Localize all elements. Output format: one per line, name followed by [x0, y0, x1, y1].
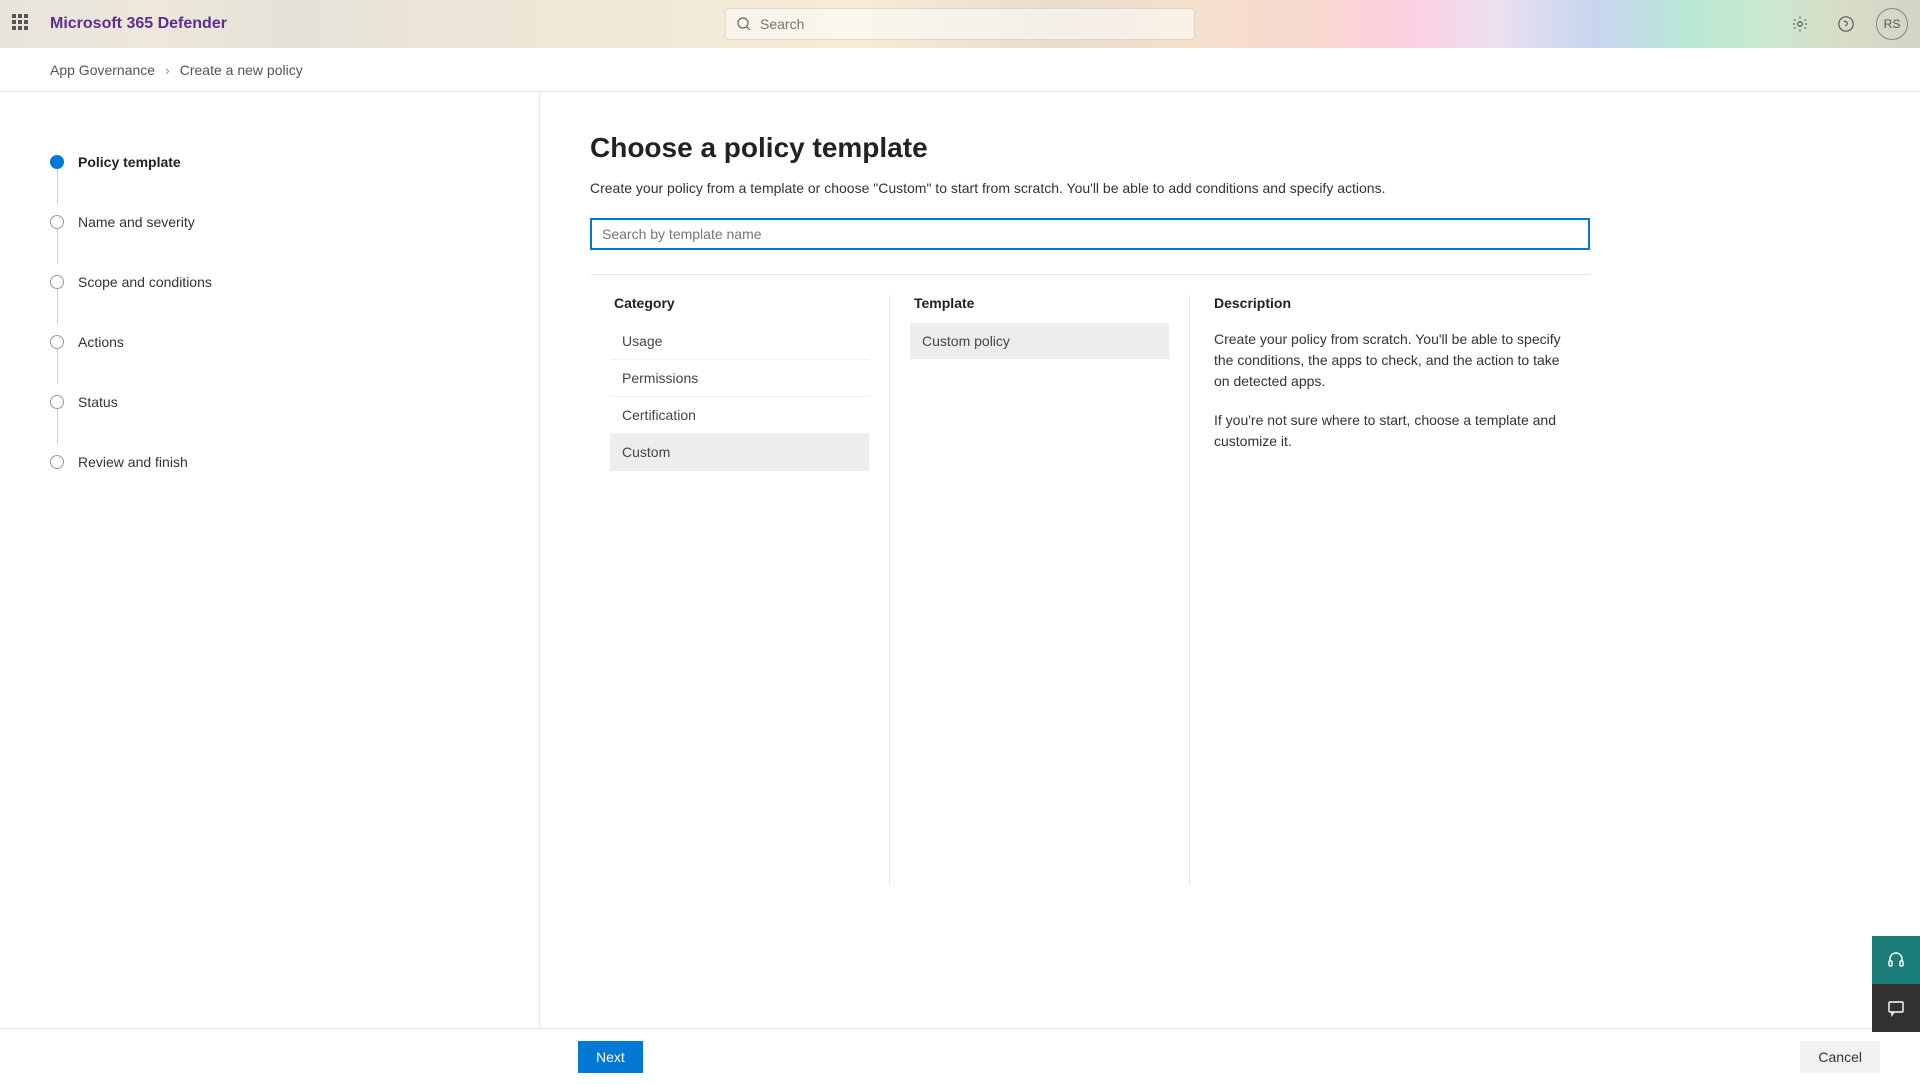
page-title: Choose a policy template — [590, 132, 1870, 164]
wizard-sidebar: Policy template Name and severity Scope … — [0, 92, 540, 1028]
main-panel: Choose a policy template Create your pol… — [540, 92, 1920, 1028]
category-custom[interactable]: Custom — [610, 434, 869, 471]
breadcrumb: App Governance › Create a new policy — [0, 48, 1920, 92]
step-status[interactable]: Status — [50, 372, 489, 432]
description-paragraph: If you're not sure where to start, choos… — [1214, 410, 1570, 452]
support-button[interactable] — [1872, 936, 1920, 984]
step-indicator-icon — [50, 395, 64, 409]
cancel-button[interactable]: Cancel — [1800, 1041, 1880, 1073]
step-indicator-icon — [50, 335, 64, 349]
settings-button[interactable] — [1784, 8, 1816, 40]
search-icon — [736, 16, 752, 32]
step-review-finish[interactable]: Review and finish — [50, 432, 489, 492]
global-search-input[interactable] — [760, 16, 1184, 32]
step-policy-template[interactable]: Policy template — [50, 132, 489, 192]
page-subtitle: Create your policy from a template or ch… — [590, 180, 1870, 196]
header: Microsoft 365 Defender RS — [0, 0, 1920, 48]
category-certification[interactable]: Certification — [610, 397, 869, 434]
step-name-severity[interactable]: Name and severity — [50, 192, 489, 252]
step-indicator-icon — [50, 215, 64, 229]
template-columns: Category Usage Permissions Certification… — [590, 274, 1590, 885]
template-search-input[interactable] — [590, 218, 1590, 250]
chevron-right-icon: › — [165, 62, 170, 78]
header-right: RS — [1784, 8, 1908, 40]
step-indicator-icon — [50, 275, 64, 289]
breadcrumb-current: Create a new policy — [180, 62, 303, 78]
category-header: Category — [610, 295, 869, 311]
next-button[interactable]: Next — [578, 1041, 643, 1073]
step-indicator-icon — [50, 455, 64, 469]
global-search[interactable] — [725, 8, 1195, 40]
gear-icon — [1791, 15, 1809, 33]
headset-icon — [1886, 950, 1906, 970]
floating-buttons — [1872, 936, 1920, 1032]
description-paragraph: Create your policy from scratch. You'll … — [1214, 329, 1570, 392]
feedback-button[interactable] — [1872, 984, 1920, 1032]
category-column: Category Usage Permissions Certification… — [590, 295, 890, 885]
wizard-footer: Next Cancel — [0, 1028, 1920, 1084]
help-icon — [1837, 15, 1855, 33]
template-header: Template — [910, 295, 1169, 311]
step-label: Name and severity — [78, 214, 195, 230]
wizard-steps: Policy template Name and severity Scope … — [50, 132, 489, 492]
step-label: Status — [78, 394, 118, 410]
content: Policy template Name and severity Scope … — [0, 92, 1920, 1028]
category-usage[interactable]: Usage — [610, 323, 869, 360]
app-launcher-icon[interactable] — [12, 14, 32, 34]
description-header: Description — [1214, 295, 1570, 311]
step-actions[interactable]: Actions — [50, 312, 489, 372]
step-label: Scope and conditions — [78, 274, 212, 290]
category-permissions[interactable]: Permissions — [610, 360, 869, 397]
help-button[interactable] — [1830, 8, 1862, 40]
breadcrumb-root[interactable]: App Governance — [50, 62, 155, 78]
step-label: Review and finish — [78, 454, 188, 470]
app-title: Microsoft 365 Defender — [50, 15, 227, 33]
avatar[interactable]: RS — [1876, 8, 1908, 40]
step-indicator-icon — [50, 155, 64, 169]
description-column: Description Create your policy from scra… — [1190, 295, 1590, 885]
step-label: Policy template — [78, 154, 181, 170]
feedback-icon — [1886, 998, 1906, 1018]
step-scope-conditions[interactable]: Scope and conditions — [50, 252, 489, 312]
step-label: Actions — [78, 334, 124, 350]
template-column: Template Custom policy — [890, 295, 1190, 885]
template-custom-policy[interactable]: Custom policy — [910, 323, 1169, 359]
